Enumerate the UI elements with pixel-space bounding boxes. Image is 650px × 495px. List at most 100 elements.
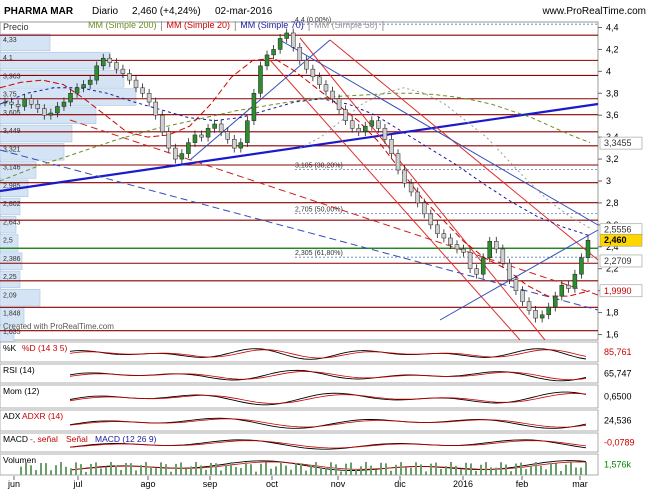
site-label: www.ProRealTime.com	[541, 6, 646, 17]
candle-body	[448, 237, 453, 245]
indicator-panel-frame	[0, 432, 599, 453]
volume-bar	[545, 469, 547, 475]
volume-bar	[470, 463, 472, 475]
volume-bar	[25, 462, 27, 475]
volume-bar	[540, 465, 542, 475]
candle-body	[428, 213, 434, 226]
volume-bar	[480, 464, 482, 475]
candle-body	[566, 284, 571, 289]
candle-body	[408, 182, 414, 193]
volume-bar	[275, 466, 277, 475]
volume-bar	[170, 471, 172, 475]
indicator-label: Mom (12)	[3, 386, 40, 396]
candle-body	[238, 142, 244, 149]
candle-body	[539, 314, 545, 319]
candle-body	[533, 310, 538, 319]
candle-body	[114, 62, 119, 70]
candle-body	[402, 169, 407, 184]
candle-body	[349, 120, 355, 129]
candle-body	[205, 128, 211, 138]
fib-label: 3,105 (38,20%)	[295, 162, 343, 169]
y-tick-label: 3	[606, 176, 611, 186]
volume-bar	[510, 471, 512, 475]
volume-bar	[210, 462, 212, 475]
candle-body	[212, 123, 217, 129]
candle-body	[277, 38, 283, 50]
candle-body	[421, 202, 427, 215]
indicator-badge: 0,6500	[604, 392, 632, 402]
volume-profile-label: 4,1	[3, 55, 13, 62]
candle-body	[467, 252, 473, 269]
volume-bar	[35, 470, 37, 475]
volume-bar	[570, 462, 572, 475]
candle-body	[101, 57, 106, 67]
volume-bar	[530, 466, 532, 475]
volume-bar	[515, 463, 517, 475]
price-badge-text: 1,9990	[604, 286, 632, 296]
volume-bar	[335, 464, 337, 475]
volume-bar	[345, 463, 347, 475]
volume-bar	[350, 462, 352, 475]
x-tick-label: oct	[266, 479, 279, 489]
volume-bar	[315, 462, 317, 475]
indicator-sublabel: ADXR (14)	[22, 411, 63, 421]
volume-bar	[455, 465, 457, 475]
legend-entry: MM (Simple 200)	[88, 20, 157, 30]
candle-body	[369, 120, 375, 127]
volume-bar	[195, 462, 197, 475]
y-tick-label: 3,8	[606, 88, 619, 98]
x-tick-label: jun	[7, 479, 20, 489]
volume-bar	[550, 462, 552, 475]
candle-body	[153, 101, 158, 116]
volume-profile-label: 3,146	[3, 165, 21, 172]
price-badge-text: 2,2709	[604, 256, 632, 266]
candle-body	[107, 57, 113, 63]
indicator-badge: -0,0789	[604, 438, 635, 448]
volume-bar	[400, 462, 402, 475]
volume-bar	[525, 469, 527, 475]
volume-bar	[190, 466, 192, 475]
volume-bar	[360, 466, 362, 475]
volume-bar	[445, 466, 447, 475]
volume-bar	[330, 462, 332, 475]
candle-body	[48, 112, 54, 116]
price-panel: 4,334,13,9633,753,6053,4493,3213,1462,98…	[0, 17, 643, 343]
candle-body	[232, 139, 237, 149]
volume-bar	[415, 462, 417, 475]
price-panel-frame	[0, 21, 599, 341]
volume-bar	[255, 471, 257, 475]
candle-body	[363, 125, 368, 132]
indicator-label: RSI (14)	[3, 365, 35, 375]
candle-body	[61, 101, 67, 107]
volume-bar	[205, 469, 207, 475]
chart-window: PHARMA MAR Diario 2,460 (+4,24%) 02-mar-…	[0, 0, 650, 490]
candle-body	[356, 128, 361, 132]
candle-body	[87, 79, 93, 85]
candle-body	[480, 257, 486, 275]
volume-bar	[40, 463, 42, 475]
volume-bar	[475, 470, 477, 475]
volume-bar	[105, 466, 107, 475]
candle-body	[376, 120, 381, 129]
volume-bar	[430, 463, 432, 475]
y-tick-label: 3,2	[606, 154, 619, 164]
candle-body	[317, 76, 322, 85]
candle-body	[264, 54, 270, 67]
volume-bar	[395, 464, 397, 475]
price-corner-label: Precio	[3, 22, 29, 32]
candle-body	[186, 142, 191, 154]
volume-profile-label: 3,963	[3, 73, 21, 80]
volume-bar	[320, 467, 322, 475]
volume-bar	[575, 467, 577, 475]
fib-label: 2,705 (50,00%)	[295, 206, 343, 213]
volume-profile-label: 2,5	[3, 238, 13, 245]
candle-body	[461, 248, 466, 253]
x-tick-label: 2016	[453, 479, 473, 489]
volume-profile-label: 4,33	[3, 37, 17, 44]
volume-profile-bar	[0, 88, 137, 106]
volume-bar	[240, 468, 242, 475]
volume-bar	[495, 467, 497, 475]
date-label: 02-mar-2016	[215, 6, 273, 17]
period-label: Diario	[92, 6, 119, 17]
candle-body	[192, 134, 198, 143]
